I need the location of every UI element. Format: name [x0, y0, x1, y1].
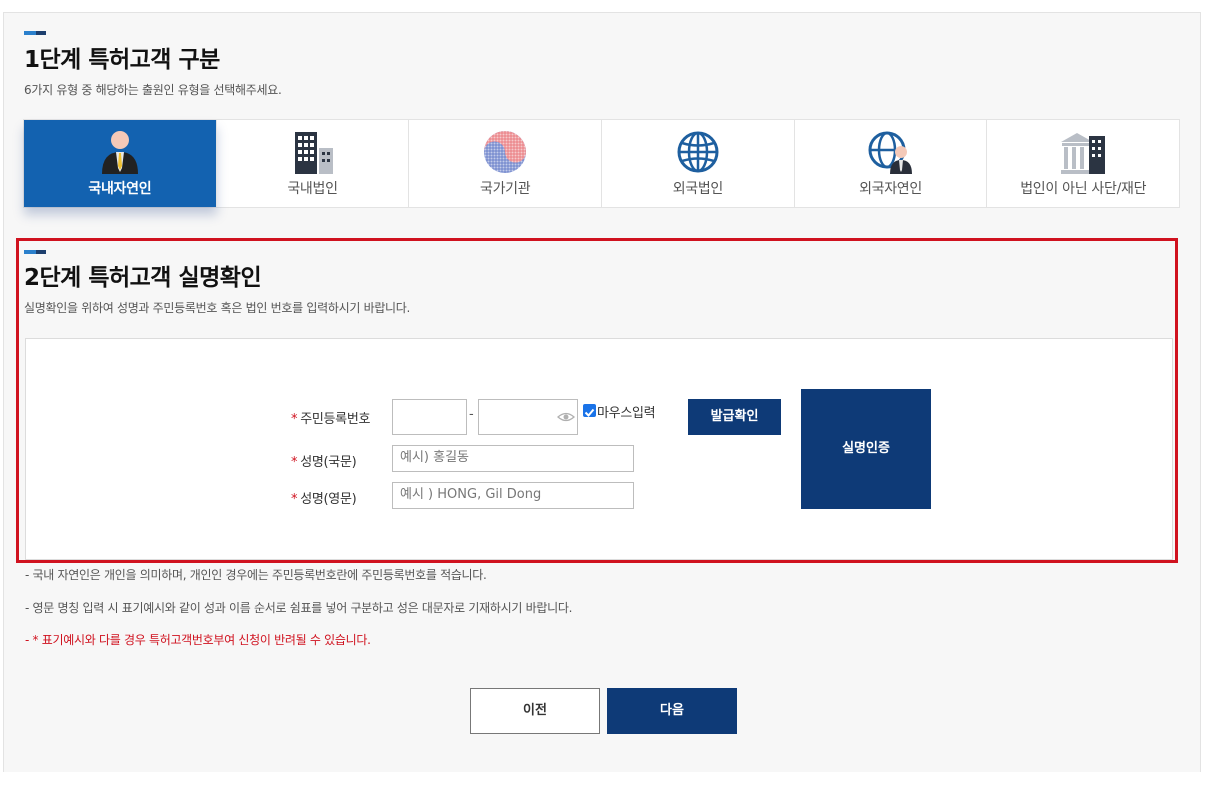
step1-subtitle: 6가지 유형 중 해당하는 출원인 유형을 선택해주세요.	[24, 83, 282, 97]
section-marker	[24, 31, 46, 35]
mouse-input-label: 마우스입력	[597, 406, 656, 421]
tab-label: 외국법인	[672, 181, 724, 197]
tab-foreign-corporation[interactable]: 외국법인	[602, 120, 795, 207]
tab-label: 국내법인	[287, 181, 338, 197]
step2-title: 2단계 특허고객 실명확인	[24, 265, 262, 291]
rrn-label: * 주민등록번호	[291, 412, 371, 427]
customer-type-tabs: 국내자연인 국내법인 국가기관 외국법인 외국자연인 법인이 아닌 사단/재단	[23, 119, 1180, 208]
issue-check-button[interactable]: 발급확인	[688, 399, 781, 435]
verify-button[interactable]: 실명인증	[801, 389, 931, 509]
globe-person-icon	[868, 131, 912, 174]
tab-label: 국가기관	[480, 181, 531, 197]
rrn-separator: -	[469, 407, 474, 422]
person-icon	[101, 131, 138, 174]
note-item: - 영문 명칭 입력 시 표기예시와 같이 성과 이름 순서로 쉼표를 넣어 구…	[25, 601, 573, 615]
tab-domestic-individual[interactable]: 국내자연인	[24, 120, 217, 207]
name-eng-input[interactable]: 예시 ) HONG, Gil Dong	[392, 482, 634, 509]
name-kor-input[interactable]: 예시) 홍길동	[392, 445, 634, 472]
tab-domestic-corporation[interactable]: 국내법인	[217, 120, 410, 207]
checkmark-icon	[584, 408, 595, 417]
eye-icon[interactable]	[557, 411, 575, 423]
tab-government-agency[interactable]: 국가기관	[409, 120, 603, 207]
building-icon	[294, 132, 333, 174]
note-item: - 국내 자연인은 개인을 의미하며, 개인인 경우에는 주민등록번호란에 주민…	[25, 568, 487, 582]
tab-foreign-individual[interactable]: 외국자연인	[795, 120, 988, 207]
step2-subtitle: 실명확인을 위하여 성명과 주민등록번호 혹은 법인 번호를 입력하시기 바랍니…	[24, 301, 411, 315]
institution-icon	[1061, 133, 1106, 174]
mouse-input-checkbox[interactable]	[583, 404, 596, 417]
prev-button[interactable]: 이전	[470, 688, 600, 734]
tab-label: 법인이 아닌 사단/재단	[1020, 181, 1147, 197]
tab-label: 외국자연인	[859, 181, 922, 197]
name-eng-label: * 성명(영문)	[291, 492, 357, 507]
tab-non-corporate-association[interactable]: 법인이 아닌 사단/재단	[987, 120, 1179, 207]
step1-title: 1단계 특허고객 구분	[24, 47, 220, 73]
name-kor-label: * 성명(국문)	[291, 455, 357, 470]
taegeuk-icon	[484, 131, 527, 173]
section-marker	[24, 250, 46, 254]
globe-icon	[677, 131, 719, 173]
rrn-front-input[interactable]	[392, 399, 467, 435]
tab-label: 국내자연인	[88, 181, 152, 197]
warning-note: - * 표기예시와 다를 경우 특허고객번호부여 신청이 반려될 수 있습니다.	[25, 633, 371, 647]
next-button[interactable]: 다음	[607, 688, 737, 734]
